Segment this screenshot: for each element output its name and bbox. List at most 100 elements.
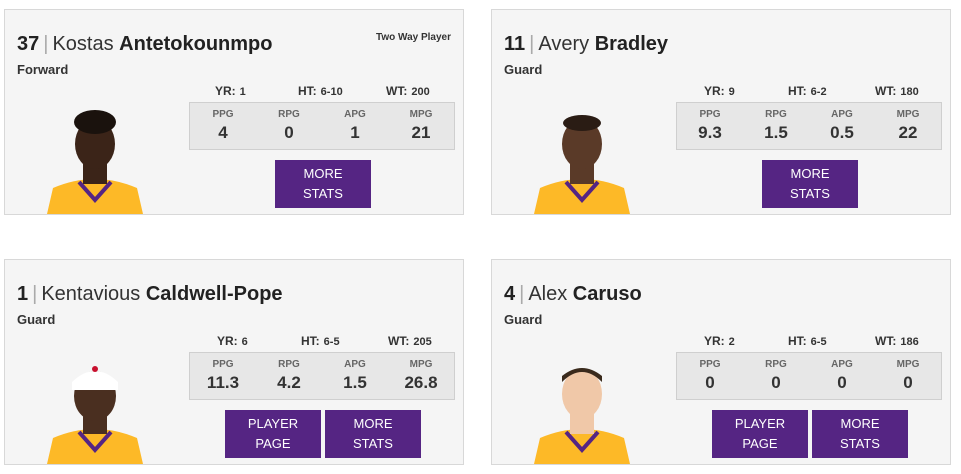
player-page-line1: PLAYER xyxy=(734,416,786,431)
rpg-label: RPG xyxy=(765,109,787,120)
player-first-name: Kentavious xyxy=(41,283,141,305)
separator: | xyxy=(43,33,49,55)
rpg-label: RPG xyxy=(765,359,787,370)
more-stats-line2: STATS xyxy=(303,186,343,201)
yr-value: 1 xyxy=(239,86,246,98)
rpg-label: RPG xyxy=(278,109,300,120)
yr-value: 2 xyxy=(728,336,735,348)
mpg-label: MPG xyxy=(896,109,920,120)
apg-value: 1 xyxy=(350,123,360,142)
apg-label: APG xyxy=(344,359,366,370)
separator: | xyxy=(529,33,535,55)
ht-value: 6-5 xyxy=(323,336,340,348)
player-card: 4 | Alex Caruso Guard YR: 2 HT: 6-5 WT: 186 P… xyxy=(491,259,951,465)
more-stats-line1: MORE xyxy=(303,166,343,181)
rpg-label: RPG xyxy=(278,359,300,370)
yr-value: 6 xyxy=(241,336,248,348)
more-stats-button[interactable]: MORE STATS xyxy=(812,410,908,458)
mpg-label: MPG xyxy=(896,359,920,370)
player-number: 37 xyxy=(17,33,40,55)
player-page-line2: PAGE xyxy=(255,436,291,451)
player-headshot[interactable] xyxy=(39,96,151,214)
stats-box: PPG 4 RPG 0 APG 1 MPG 21 xyxy=(189,102,455,150)
player-name[interactable]: 4 | Alex Caruso xyxy=(504,282,642,306)
player-last-name: Antetokounmpo xyxy=(119,33,273,55)
rpg-value: 1.5 xyxy=(764,123,788,142)
player-tag: Two Way Player xyxy=(375,32,451,43)
player-position: Guard xyxy=(17,312,56,327)
more-stats-button[interactable]: MORE STATS xyxy=(762,160,858,208)
player-position: Guard xyxy=(504,312,543,327)
mpg-value: 0 xyxy=(903,373,913,392)
player-name[interactable]: 11 | Avery Bradley xyxy=(504,32,668,56)
wt-label: WT: xyxy=(388,334,410,348)
mpg-value: 21 xyxy=(411,123,431,142)
player-page-button[interactable]: PLAYER PAGE xyxy=(225,410,321,458)
player-first-name: Alex xyxy=(528,283,568,305)
ppg-label: PPG xyxy=(699,109,721,120)
ppg-value: 11.3 xyxy=(206,373,240,392)
player-name[interactable]: 37 | Kostas Antetokounmpo xyxy=(17,32,272,56)
ppg-value: 4 xyxy=(218,123,228,142)
ppg-value: 9.3 xyxy=(698,123,722,142)
apg-label: APG xyxy=(831,359,853,370)
more-stats-button[interactable]: MORE STATS xyxy=(325,410,421,458)
ht-value: 6-2 xyxy=(810,86,827,98)
player-page-button[interactable]: PLAYER PAGE xyxy=(712,410,808,458)
apg-value: 0.5 xyxy=(830,123,854,142)
player-headshot[interactable] xyxy=(526,346,638,464)
more-stats-button[interactable]: MORE STATS xyxy=(275,160,371,208)
player-card: 11 | Avery Bradley Guard YR: 9 HT: 6-2 WT: 18… xyxy=(491,9,951,215)
player-last-name: Caldwell-Pope xyxy=(145,283,283,305)
yr-value: 9 xyxy=(728,86,735,98)
stats-box: PPG 0 RPG 0 APG 0 MPG 0 xyxy=(676,352,942,400)
ppg-label: PPG xyxy=(212,359,234,370)
wt-value: 200 xyxy=(411,86,430,98)
yr-label: YR: xyxy=(704,334,725,348)
ht-label: HT: xyxy=(298,84,317,98)
ht-label: HT: xyxy=(301,334,320,348)
rpg-value: 0 xyxy=(771,373,781,392)
mpg-label: MPG xyxy=(409,359,433,370)
player-last-name: Bradley xyxy=(594,33,669,55)
more-stats-line1: MORE xyxy=(840,416,880,431)
player-headshot[interactable] xyxy=(526,96,638,214)
player-page-line2: PAGE xyxy=(742,436,778,451)
separator: | xyxy=(32,283,38,305)
player-first-name: Avery xyxy=(538,33,590,55)
more-stats-line2: STATS xyxy=(353,436,393,451)
player-number: 1 xyxy=(17,283,29,305)
more-stats-line1: MORE xyxy=(790,166,830,181)
stats-box: PPG 11.3 RPG 4.2 APG 1.5 MPG 26.8 xyxy=(189,352,455,400)
ht-label: HT: xyxy=(788,84,807,98)
player-card: 1 | Kentavious Caldwell-Pope Guard YR: 6 HT… xyxy=(4,259,464,465)
mpg-label: MPG xyxy=(409,109,433,120)
mpg-value: 22 xyxy=(898,123,918,142)
yr-label: YR: xyxy=(215,84,236,98)
player-first-name: Kostas xyxy=(52,33,114,55)
ht-label: HT: xyxy=(788,334,807,348)
player-last-name: Caruso xyxy=(572,283,642,305)
more-stats-line1: MORE xyxy=(353,416,393,431)
wt-label: WT: xyxy=(875,334,897,348)
player-name[interactable]: 1 | Kentavious Caldwell-Pope xyxy=(17,282,283,306)
player-headshot[interactable] xyxy=(39,346,151,464)
wt-value: 186 xyxy=(900,336,919,348)
ppg-value: 0 xyxy=(705,373,715,392)
apg-value: 1.5 xyxy=(343,373,367,392)
wt-label: WT: xyxy=(875,84,897,98)
player-number: 11 xyxy=(504,33,526,55)
apg-label: APG xyxy=(831,109,853,120)
wt-value: 180 xyxy=(900,86,919,98)
wt-value: 205 xyxy=(413,336,432,348)
apg-value: 0 xyxy=(837,373,847,392)
player-page-line1: PLAYER xyxy=(247,416,299,431)
stats-box: PPG 9.3 RPG 1.5 APG 0.5 MPG 22 xyxy=(676,102,942,150)
more-stats-line2: STATS xyxy=(840,436,880,451)
player-position: Guard xyxy=(504,62,543,77)
yr-label: YR: xyxy=(217,334,238,348)
separator: | xyxy=(519,283,525,305)
ht-value: 6-5 xyxy=(810,336,827,348)
player-number: 4 xyxy=(504,283,516,305)
player-position: Forward xyxy=(17,62,69,77)
